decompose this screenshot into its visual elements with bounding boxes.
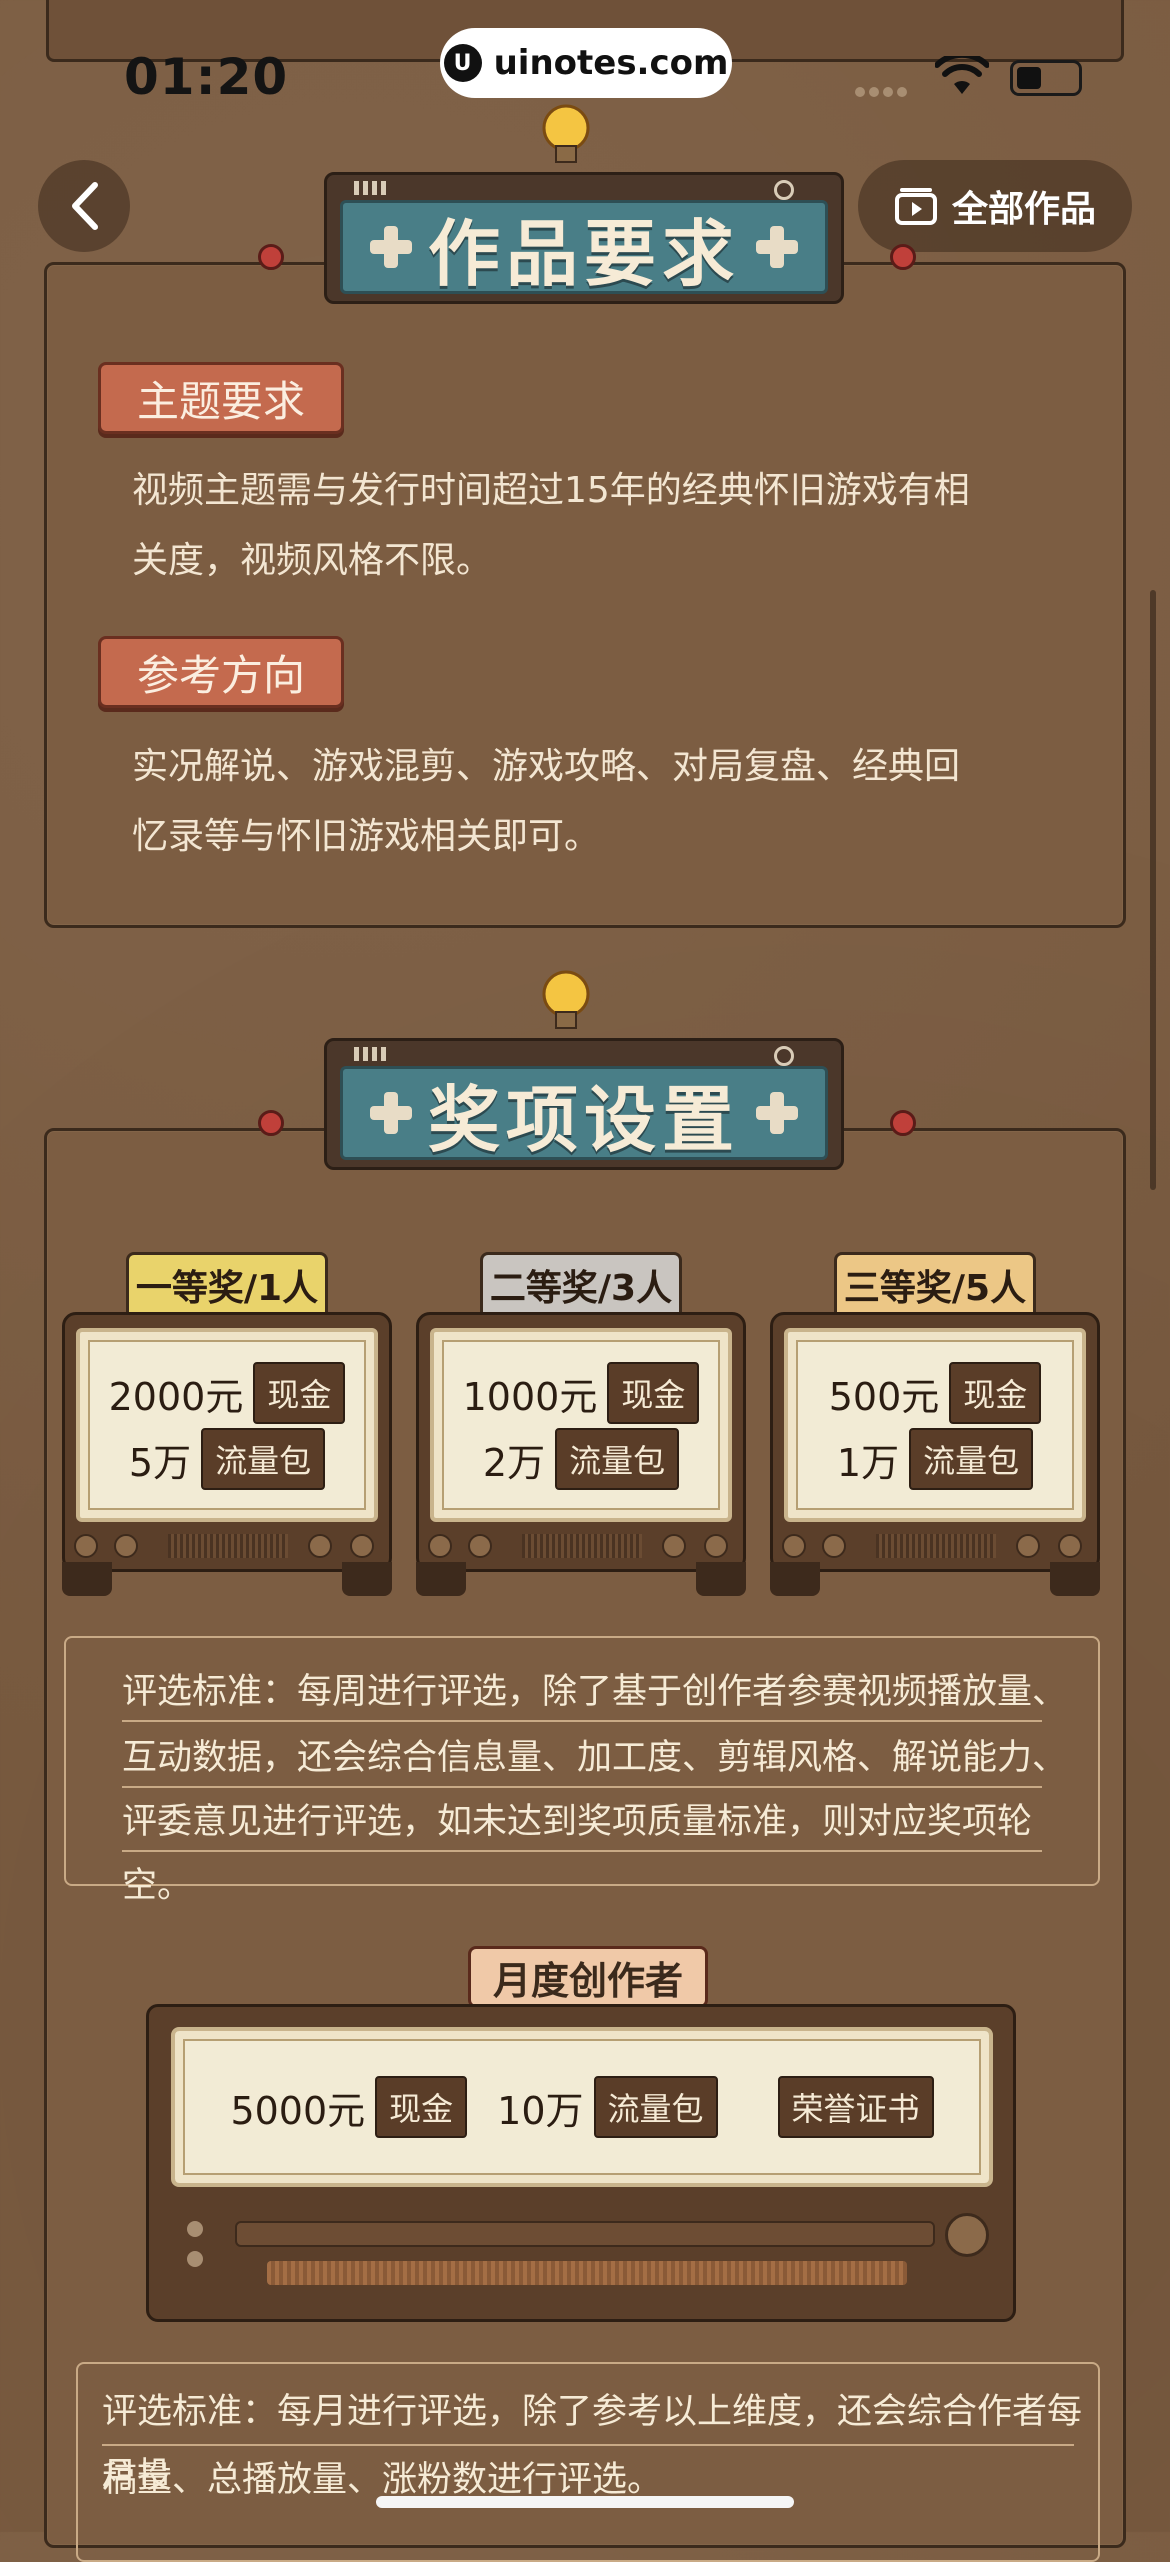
lightbulb-icon xyxy=(542,970,590,1029)
theme-tag: 主题要求 xyxy=(98,362,345,434)
second-prize-traffic: 2万 xyxy=(482,1440,546,1485)
traffic-chip: 流量包 xyxy=(555,1428,680,1490)
traffic-chip: 流量包 xyxy=(909,1428,1034,1490)
traffic-chip: 流量包 xyxy=(201,1428,326,1490)
requirements-sign: 作品要求 xyxy=(258,100,916,304)
third-prize-cash: 500元 xyxy=(828,1374,940,1419)
first-prize-traffic: 5万 xyxy=(128,1440,192,1485)
all-works-label: 全部作品 xyxy=(951,189,1096,230)
monthly-creator-tag: 月度创作者 xyxy=(468,1946,708,2008)
status-time: 01:20 xyxy=(124,48,289,106)
monthly-criteria-box: 评选标准：每月进行评选，除了参考以上维度，还会综合作者每月投 稿量、总播放量、涨… xyxy=(76,2362,1100,2562)
reference-text-line-2: 忆录等与怀旧游戏相关即可。 xyxy=(132,816,601,857)
second-prize-tv: 1000元 现金 2万 流量包 xyxy=(416,1312,746,1602)
reference-text-line-1: 实况解说、游戏混剪、游戏攻略、对局复盘、经典回 xyxy=(132,746,961,787)
plus-icon xyxy=(368,1090,414,1136)
watermark-logo-icon: U xyxy=(443,44,482,82)
battery-icon xyxy=(1010,60,1082,96)
signal-icon xyxy=(855,82,915,97)
third-prize-traffic: 1万 xyxy=(836,1440,900,1485)
scrollbar[interactable] xyxy=(1150,590,1156,1190)
honor-certificate-chip: 荣誉证书 xyxy=(777,2076,934,2138)
video-folder-icon xyxy=(894,188,937,225)
first-prize-cash: 2000元 xyxy=(108,1374,244,1419)
plus-icon xyxy=(754,224,800,270)
plus-icon xyxy=(368,224,414,270)
weekly-criteria-box: 评选标准：每周进行评选，除了基于创作者参赛视频播放量、 互动数据，还会综合信息量… xyxy=(64,1636,1100,1906)
cash-chip: 现金 xyxy=(607,1362,700,1424)
monthly-traffic: 10万 xyxy=(497,2088,584,2133)
home-indicator[interactable] xyxy=(376,2496,794,2508)
first-prize-tab: 一等奖/1人 xyxy=(126,1252,328,1314)
watermark-badge: U uinotes.com xyxy=(440,28,732,98)
chevron-left-icon xyxy=(72,182,98,230)
theme-text-line-2: 关度，视频风格不限。 xyxy=(132,540,493,581)
weekly-criteria-line-1: 评选标准：每周进行评选，除了基于创作者参赛视频播放量、 xyxy=(122,1672,1068,1712)
cash-chip: 现金 xyxy=(375,2076,468,2138)
watermark-text: uinotes.com xyxy=(493,43,729,83)
third-prize-tv: 500元 现金 1万 流量包 xyxy=(770,1312,1100,1602)
monthly-cash: 5000元 xyxy=(230,2088,366,2133)
lightbulb-icon xyxy=(542,104,590,163)
all-works-button[interactable]: 全部作品 xyxy=(858,160,1132,252)
dial-knob xyxy=(945,2213,989,2257)
second-prize-tab: 二等奖/3人 xyxy=(480,1252,682,1314)
wifi-icon xyxy=(934,51,990,96)
requirements-title: 作品要求 xyxy=(427,210,740,296)
first-prize-tv: 2000元 现金 5万 流量包 xyxy=(62,1312,392,1602)
cash-chip: 现金 xyxy=(949,1362,1042,1424)
second-prize-cash: 1000元 xyxy=(462,1374,598,1419)
awards-sign: 奖项设置 xyxy=(258,966,916,1170)
third-prize-tab: 三等奖/5人 xyxy=(834,1252,1036,1314)
back-button[interactable] xyxy=(38,160,130,252)
cash-chip: 现金 xyxy=(253,1362,346,1424)
awards-title: 奖项设置 xyxy=(427,1076,740,1162)
weekly-criteria-line-2: 互动数据，还会综合信息量、加工度、剪辑风格、解说能力、 xyxy=(122,1738,1068,1778)
reference-tag: 参考方向 xyxy=(98,636,345,708)
monthly-creator-tv: 5000元 现金 10万 流量包 荣誉证书 xyxy=(146,2004,1016,2322)
theme-text-line-1: 视频主题需与发行时间超过15年的经典怀旧游戏有相 xyxy=(132,470,970,511)
traffic-chip: 流量包 xyxy=(593,2076,718,2138)
plus-icon xyxy=(754,1090,800,1136)
weekly-criteria-line-3: 评委意见进行评选，如未达到奖项质量标准，则对应奖项轮空。 xyxy=(122,1802,1033,1906)
